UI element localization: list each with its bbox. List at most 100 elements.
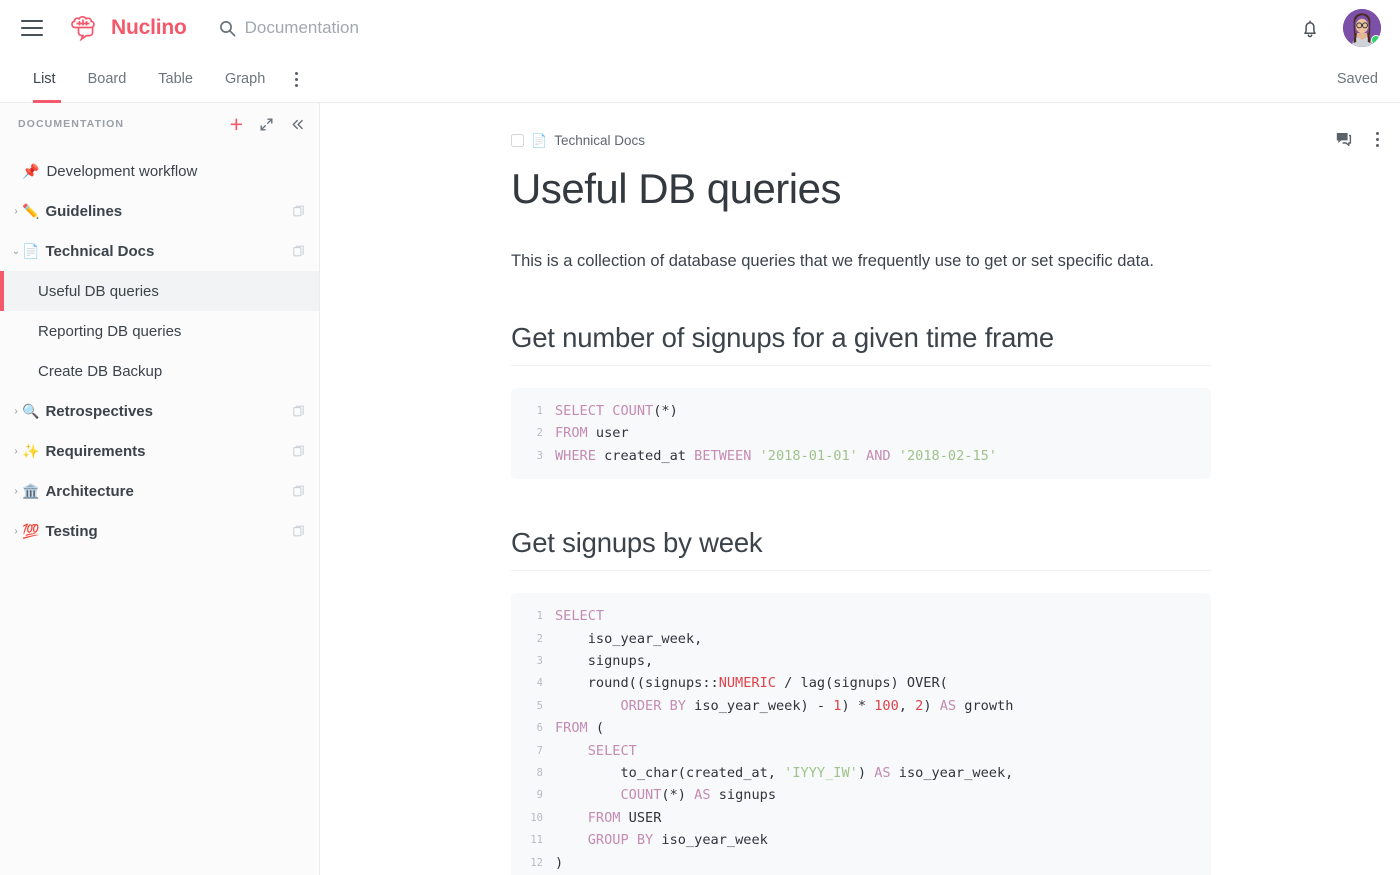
sidebar-item-useful-db-queries[interactable]: Useful DB queries bbox=[0, 271, 319, 311]
expand-icon[interactable] bbox=[259, 117, 274, 132]
duplicate-icon[interactable] bbox=[293, 445, 305, 457]
document-sections: Get number of signups for a given time f… bbox=[511, 322, 1211, 875]
code-line: 6 FROM ( bbox=[511, 717, 1211, 739]
tab-table[interactable]: Table bbox=[142, 56, 209, 103]
search-value: Documentation bbox=[244, 18, 359, 37]
code-line-text: WHERE created_at BETWEEN '2018-01-01' AN… bbox=[555, 447, 997, 464]
code-line-text: signups, bbox=[555, 652, 654, 669]
sidebar-item-testing[interactable]: › 💯 Testing bbox=[0, 511, 319, 551]
code-line-text: COUNT(*) AS signups bbox=[620, 787, 777, 804]
chevron-toggle-icon[interactable]: › bbox=[10, 486, 22, 497]
pencil-emoji: ✏️ bbox=[22, 203, 40, 219]
view-tabs: List Board Table Graph bbox=[22, 56, 312, 103]
tab-list[interactable]: List bbox=[22, 56, 72, 103]
duplicate-icon[interactable] bbox=[293, 485, 305, 497]
code-line: 12) bbox=[511, 852, 1211, 874]
document-pane: 📄 Technical Docs Useful DB queries This … bbox=[320, 103, 1400, 875]
nuclino-brain-logo-icon bbox=[71, 15, 95, 41]
hamburger-menu-icon[interactable] bbox=[21, 20, 43, 36]
code-line: 1 SELECT COUNT(*) bbox=[511, 400, 1211, 422]
sparkles-emoji: ✨ bbox=[22, 443, 40, 459]
duplicate-icon[interactable] bbox=[293, 525, 305, 537]
code-line-text: ) bbox=[555, 854, 564, 871]
chevron-toggle-icon[interactable]: › bbox=[10, 446, 22, 457]
double-chevron-left-icon[interactable] bbox=[290, 117, 305, 132]
document-intro: This is a collection of database queries… bbox=[511, 252, 1154, 271]
code-line-number: 3 bbox=[536, 449, 543, 462]
code-line: 2 iso_year_week, bbox=[511, 628, 1211, 650]
code-line-number: 8 bbox=[536, 767, 543, 779]
code-line: 9 COUNT(*) AS signups bbox=[511, 784, 1211, 806]
topbar-right-actions bbox=[1300, 9, 1381, 47]
page-emoji: 📄 bbox=[531, 132, 548, 148]
bell-icon[interactable] bbox=[1300, 18, 1320, 39]
code-line-number: 9 bbox=[536, 789, 543, 802]
duplicate-icon[interactable] bbox=[293, 245, 305, 257]
sidebar-item-label: Useful DB queries bbox=[38, 282, 159, 300]
sidebar-item-retrospectives[interactable]: › 🔍 Retrospectives bbox=[0, 391, 319, 431]
code-line-text: SELECT bbox=[555, 742, 637, 759]
sidebar-item-requirements[interactable]: › ✨ Requirements bbox=[0, 431, 319, 471]
sidebar-item-label: Guidelines bbox=[45, 202, 123, 220]
code-line-text: SELECT COUNT(*) bbox=[555, 402, 678, 419]
breadcrumb-label[interactable]: Technical Docs bbox=[554, 133, 645, 148]
code-line-text: GROUP BY iso_year_week bbox=[587, 832, 768, 849]
section-heading: Get number of signups for a given time f… bbox=[511, 322, 1211, 366]
sidebar-item-development-workflow[interactable]: 📌 Development workflow bbox=[0, 151, 319, 191]
plus-icon[interactable]: + bbox=[230, 112, 243, 136]
chevron-toggle-icon[interactable]: › bbox=[10, 526, 22, 537]
chevron-toggle-icon[interactable]: › bbox=[10, 406, 22, 417]
chevron-toggle-icon[interactable]: › bbox=[10, 206, 22, 217]
code-line-number: 3 bbox=[536, 654, 543, 667]
more-vertical-icon[interactable] bbox=[281, 56, 312, 103]
code-line-text: round((signups::NUMERIC / lag(signups) O… bbox=[555, 675, 948, 692]
code-block[interactable]: 1 SELECT COUNT(*) 2 FROM user 3 WHERE created… bbox=[511, 387, 1211, 480]
nuclino-logo[interactable]: Nuclino bbox=[70, 15, 187, 41]
sidebar-header: DOCUMENTATION + bbox=[0, 103, 319, 145]
search-icon bbox=[219, 20, 236, 36]
hundred-points-emoji: 💯 bbox=[22, 523, 40, 539]
page-emoji: 📄 bbox=[22, 243, 40, 259]
code-line-text: to_char(created_at, 'IYYY_IW') AS iso_ye… bbox=[555, 765, 1014, 781]
view-tab-bar: List Board Table Graph Saved bbox=[0, 56, 1400, 103]
sidebar-item-label: Requirements bbox=[45, 442, 146, 460]
save-status: Saved bbox=[1336, 71, 1378, 87]
sidebar-item-technical-docs[interactable]: ⌄ 📄 Technical Docs bbox=[0, 231, 319, 271]
code-line-text: iso_year_week, bbox=[555, 630, 703, 647]
sidebar: DOCUMENTATION + 📌 Development workflow › ✏️… bbox=[0, 103, 320, 875]
duplicate-icon[interactable] bbox=[293, 205, 305, 217]
tab-board[interactable]: Board bbox=[72, 56, 143, 103]
sidebar-title: DOCUMENTATION bbox=[18, 118, 125, 130]
checkbox-icon[interactable] bbox=[511, 133, 524, 147]
breadcrumb: 📄 Technical Docs bbox=[511, 131, 1211, 149]
comment-bubble-icon[interactable] bbox=[1335, 131, 1352, 148]
section-heading: Get signups by week bbox=[511, 527, 1211, 572]
code-line: 4 round((signups::NUMERIC / lag(signups)… bbox=[511, 672, 1211, 694]
tab-graph[interactable]: Graph bbox=[209, 56, 281, 103]
search-input[interactable]: Documentation bbox=[219, 18, 359, 38]
sidebar-item-guidelines[interactable]: › ✏️ Guidelines bbox=[0, 191, 319, 231]
sidebar-item-label: Testing bbox=[45, 522, 98, 540]
code-line-number: 7 bbox=[536, 744, 543, 757]
code-line-number: 11 bbox=[530, 834, 543, 847]
code-line-text: SELECT bbox=[555, 608, 605, 625]
chevron-toggle-icon[interactable]: ⌄ bbox=[10, 246, 22, 257]
sidebar-item-reporting-db-queries[interactable]: Reporting DB queries bbox=[0, 311, 319, 351]
code-line-text: FROM ( bbox=[555, 720, 605, 737]
code-line-number: 5 bbox=[536, 699, 543, 712]
document-body: 📄 Technical Docs Useful DB queries This … bbox=[511, 103, 1211, 875]
online-status-indicator bbox=[1371, 35, 1381, 45]
code-line: 5 ORDER BY iso_year_week) - 1) * 100, 2)… bbox=[511, 695, 1211, 717]
code-line: 1 SELECT bbox=[511, 605, 1211, 627]
code-line-number: 12 bbox=[530, 856, 543, 869]
code-line-number: 6 bbox=[536, 722, 543, 735]
avatar[interactable] bbox=[1343, 9, 1381, 47]
code-block[interactable]: 1 SELECT 2 iso_year_week, 3 signups, 4 round… bbox=[511, 593, 1211, 875]
magnifier-emoji: 🔍 bbox=[22, 403, 40, 419]
document-actions bbox=[1335, 129, 1383, 150]
sidebar-item-architecture[interactable]: › 🏛️ Architecture bbox=[0, 471, 319, 511]
sidebar-item-create-db-backup[interactable]: Create DB Backup bbox=[0, 351, 319, 391]
sidebar-item-label: Reporting DB queries bbox=[38, 322, 182, 340]
duplicate-icon[interactable] bbox=[293, 405, 305, 417]
more-vertical-icon[interactable] bbox=[1372, 129, 1383, 150]
